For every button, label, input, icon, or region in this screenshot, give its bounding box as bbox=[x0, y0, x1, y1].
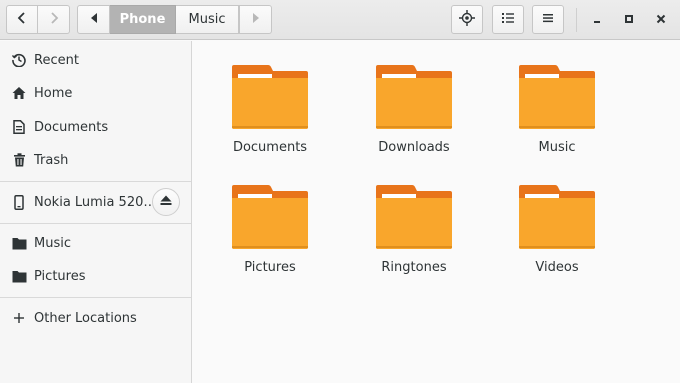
home-icon bbox=[11, 85, 27, 101]
folder-item-documents[interactable]: Documents bbox=[215, 65, 325, 170]
folder-item-downloads[interactable]: Downloads bbox=[359, 65, 469, 170]
chevron-left-icon bbox=[17, 11, 27, 28]
folder-label: Ringtones bbox=[381, 260, 447, 275]
folder-item-ringtones[interactable]: Ringtones bbox=[359, 185, 469, 290]
minimize-icon bbox=[592, 13, 602, 28]
menu-button[interactable] bbox=[532, 5, 564, 34]
clock-icon bbox=[11, 52, 27, 68]
sidebar-item-device-nokia[interactable]: Nokia Lumia 520… bbox=[0, 186, 191, 218]
close-button[interactable] bbox=[650, 9, 672, 31]
location-target-icon bbox=[459, 9, 475, 30]
sidebar-item-other-locations[interactable]: Other Locations bbox=[0, 303, 191, 333]
document-icon bbox=[11, 119, 27, 135]
folder-icon bbox=[519, 185, 595, 249]
sidebar-separator bbox=[0, 181, 191, 182]
maximize-button[interactable] bbox=[618, 9, 640, 31]
folder-label: Videos bbox=[535, 260, 579, 275]
close-icon bbox=[656, 13, 666, 28]
folder-icon bbox=[376, 185, 452, 249]
forward-button[interactable] bbox=[38, 5, 70, 34]
sidebar-item-documents[interactable]: Documents bbox=[0, 112, 191, 142]
header-bar: Phone Music bbox=[0, 0, 680, 40]
folder-label: Documents bbox=[232, 140, 308, 155]
folder-icon bbox=[232, 185, 308, 249]
folder-item-music[interactable]: Music bbox=[502, 65, 612, 170]
eject-icon bbox=[160, 195, 172, 210]
minimize-button[interactable] bbox=[586, 9, 608, 31]
plus-icon bbox=[11, 310, 27, 326]
hamburger-menu-icon bbox=[542, 12, 554, 28]
list-view-button[interactable] bbox=[492, 5, 524, 34]
path-segment-label: Music bbox=[188, 12, 226, 27]
folder-icon bbox=[11, 268, 27, 284]
triangle-right-icon bbox=[252, 12, 260, 27]
folder-item-videos[interactable]: Videos bbox=[502, 185, 612, 290]
list-view-icon bbox=[501, 12, 515, 28]
sidebar-item-label: Trash bbox=[34, 152, 69, 168]
sidebar-item-label: Music bbox=[34, 235, 71, 251]
folder-icon bbox=[11, 235, 27, 251]
sidebar-item-recent[interactable]: Recent bbox=[0, 45, 191, 75]
phone-icon bbox=[11, 194, 27, 210]
sidebar-item-label: Other Locations bbox=[34, 310, 137, 326]
sidebar-item-home[interactable]: Home bbox=[0, 78, 191, 108]
back-button[interactable] bbox=[6, 5, 38, 34]
path-segment-music[interactable]: Music bbox=[176, 5, 239, 34]
sidebar-item-label: Pictures bbox=[34, 268, 86, 284]
folder-icon bbox=[376, 65, 452, 129]
folder-label: Music bbox=[538, 140, 576, 155]
folder-item-pictures[interactable]: Pictures bbox=[215, 185, 325, 290]
folder-label: Pictures bbox=[244, 260, 296, 275]
sidebar-separator bbox=[0, 223, 191, 224]
folder-icon bbox=[232, 65, 308, 129]
sidebar-item-pictures[interactable]: Pictures bbox=[0, 261, 191, 291]
header-separator bbox=[576, 8, 577, 32]
file-view: Documents Downloads Music Pictures Ringt… bbox=[192, 41, 680, 383]
trash-icon bbox=[11, 152, 27, 168]
triangle-left-icon bbox=[90, 12, 98, 27]
maximize-icon bbox=[624, 13, 634, 28]
sidebar: Recent Home Documents Trash Nokia Lumia … bbox=[0, 41, 192, 383]
path-segment-label: Phone bbox=[119, 12, 166, 27]
sidebar-item-label: Home bbox=[34, 85, 73, 101]
chevron-right-icon bbox=[49, 11, 59, 28]
path-scroll-right-button[interactable] bbox=[239, 5, 272, 34]
sidebar-separator bbox=[0, 297, 191, 298]
sidebar-item-label: Documents bbox=[34, 119, 109, 135]
eject-button[interactable] bbox=[152, 188, 180, 216]
sidebar-item-music[interactable]: Music bbox=[0, 228, 191, 258]
sidebar-item-label: Recent bbox=[34, 52, 79, 68]
folder-icon bbox=[519, 65, 595, 129]
folder-label: Downloads bbox=[378, 140, 450, 155]
sidebar-item-trash[interactable]: Trash bbox=[0, 145, 191, 175]
path-segment-phone[interactable]: Phone bbox=[110, 5, 176, 34]
location-button[interactable] bbox=[451, 5, 483, 34]
path-scroll-left-button[interactable] bbox=[77, 5, 110, 34]
sidebar-item-label: Nokia Lumia 520… bbox=[34, 194, 157, 210]
